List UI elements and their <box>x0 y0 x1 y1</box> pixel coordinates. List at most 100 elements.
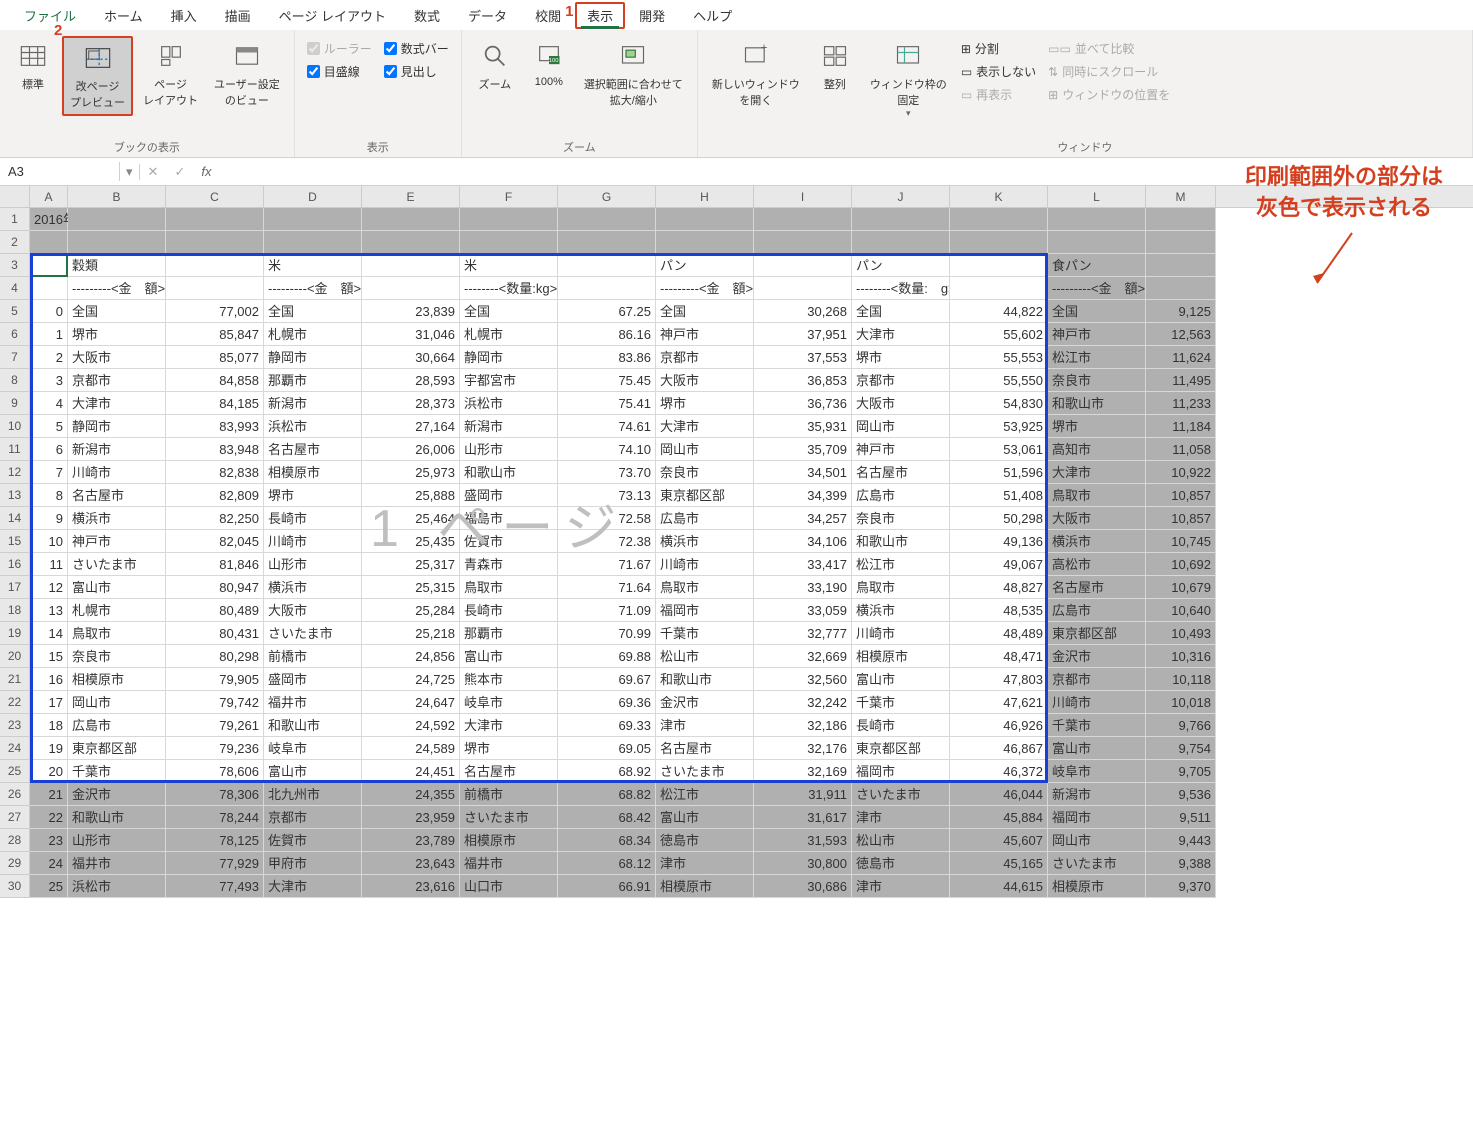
cell[interactable]: 25,435 <box>362 530 460 553</box>
cell[interactable]: 那覇市 <box>460 622 558 645</box>
cell[interactable] <box>460 231 558 254</box>
cell[interactable]: 84,858 <box>166 369 264 392</box>
cell[interactable]: さいたま市 <box>656 760 754 783</box>
cell[interactable]: 熊本市 <box>460 668 558 691</box>
cell[interactable]: 23,959 <box>362 806 460 829</box>
cell[interactable]: 35,931 <box>754 415 852 438</box>
cell[interactable]: 25 <box>30 875 68 898</box>
menu-developer[interactable]: 開発 <box>625 2 679 29</box>
cell[interactable]: 米 <box>264 254 362 277</box>
cell[interactable]: 長崎市 <box>264 507 362 530</box>
cell[interactable]: 55,602 <box>950 323 1048 346</box>
cell[interactable] <box>558 231 656 254</box>
cell[interactable]: 富山市 <box>656 806 754 829</box>
cell[interactable]: 32,176 <box>754 737 852 760</box>
cell[interactable]: 27,164 <box>362 415 460 438</box>
cell[interactable]: 福井市 <box>460 852 558 875</box>
cell[interactable]: 9 <box>30 507 68 530</box>
freeze-panes-button[interactable]: * ウィンドウ枠の 固定 ▾ <box>864 36 953 123</box>
cell[interactable]: 9,388 <box>1146 852 1216 875</box>
cell[interactable]: 86.16 <box>558 323 656 346</box>
cell[interactable] <box>1146 277 1216 300</box>
cell[interactable]: 82,838 <box>166 461 264 484</box>
cell[interactable] <box>852 208 950 231</box>
cell[interactable] <box>166 277 264 300</box>
cell[interactable]: 49,067 <box>950 553 1048 576</box>
hide-button[interactable]: ▭表示しない <box>961 63 1036 80</box>
cell[interactable]: 4 <box>30 392 68 415</box>
cell[interactable]: 津市 <box>852 806 950 829</box>
cell[interactable]: 10,118 <box>1146 668 1216 691</box>
cell[interactable]: 68.82 <box>558 783 656 806</box>
col-header-B[interactable]: B <box>68 186 166 207</box>
cell[interactable]: 25,464 <box>362 507 460 530</box>
cell[interactable]: 78,306 <box>166 783 264 806</box>
cell[interactable]: 53,925 <box>950 415 1048 438</box>
cell[interactable]: 新潟市 <box>68 438 166 461</box>
cell[interactable]: 和歌山市 <box>264 714 362 737</box>
cell[interactable]: 34,106 <box>754 530 852 553</box>
check-formula-bar[interactable]: 数式バー <box>384 40 449 57</box>
cell[interactable]: 24,725 <box>362 668 460 691</box>
cell[interactable]: 10,316 <box>1146 645 1216 668</box>
cell[interactable] <box>1048 208 1146 231</box>
cell[interactable]: 福島市 <box>460 507 558 530</box>
cell[interactable]: 20 <box>30 760 68 783</box>
cell[interactable]: 岐阜市 <box>1048 760 1146 783</box>
cell[interactable] <box>558 208 656 231</box>
cell[interactable]: 岡山市 <box>68 691 166 714</box>
cell[interactable]: 岡山市 <box>656 438 754 461</box>
cell[interactable]: 53,061 <box>950 438 1048 461</box>
cell[interactable]: 12 <box>30 576 68 599</box>
cell[interactable]: 堺市 <box>1048 415 1146 438</box>
cell[interactable]: 32,242 <box>754 691 852 714</box>
row-header[interactable]: 12 <box>0 461 30 484</box>
cell[interactable]: 32,169 <box>754 760 852 783</box>
cell[interactable]: 71.67 <box>558 553 656 576</box>
col-header-E[interactable]: E <box>362 186 460 207</box>
cell[interactable]: 9,754 <box>1146 737 1216 760</box>
cell[interactable]: 全国 <box>68 300 166 323</box>
cell[interactable] <box>754 277 852 300</box>
cell[interactable]: 富山市 <box>68 576 166 599</box>
cell[interactable]: 京都市 <box>656 346 754 369</box>
row-header[interactable]: 8 <box>0 369 30 392</box>
row-header[interactable]: 6 <box>0 323 30 346</box>
cell[interactable]: 10,745 <box>1146 530 1216 553</box>
col-header-M[interactable]: M <box>1146 186 1216 207</box>
cell[interactable]: 17 <box>30 691 68 714</box>
cell[interactable]: 46,867 <box>950 737 1048 760</box>
cell[interactable]: 堺市 <box>264 484 362 507</box>
cell[interactable]: 神戸市 <box>68 530 166 553</box>
cell[interactable]: 金沢市 <box>1048 645 1146 668</box>
cell[interactable] <box>362 231 460 254</box>
col-header-D[interactable]: D <box>264 186 362 207</box>
cell[interactable]: 千葉市 <box>656 622 754 645</box>
cell[interactable]: 47,621 <box>950 691 1048 714</box>
cell[interactable]: 28,373 <box>362 392 460 415</box>
cell[interactable]: 24 <box>30 852 68 875</box>
cell[interactable]: 千葉市 <box>1048 714 1146 737</box>
cell[interactable]: 30,268 <box>754 300 852 323</box>
cell[interactable]: 26,006 <box>362 438 460 461</box>
cell[interactable]: 0 <box>30 300 68 323</box>
cell[interactable] <box>656 231 754 254</box>
cell[interactable]: 80,489 <box>166 599 264 622</box>
cell[interactable] <box>1146 254 1216 277</box>
row-header[interactable]: 22 <box>0 691 30 714</box>
cell[interactable] <box>754 231 852 254</box>
cell[interactable]: 富山市 <box>460 645 558 668</box>
cell[interactable]: 10,857 <box>1146 507 1216 530</box>
cell[interactable]: 25,888 <box>362 484 460 507</box>
cell[interactable]: 7 <box>30 461 68 484</box>
cell[interactable]: 19 <box>30 737 68 760</box>
cell[interactable]: 相模原市 <box>460 829 558 852</box>
row-header[interactable]: 28 <box>0 829 30 852</box>
cell[interactable]: 16 <box>30 668 68 691</box>
cell[interactable]: 68.12 <box>558 852 656 875</box>
cell[interactable]: 福岡市 <box>852 760 950 783</box>
cell[interactable]: 44,615 <box>950 875 1048 898</box>
cell[interactable]: 33,190 <box>754 576 852 599</box>
cell[interactable]: 堺市 <box>852 346 950 369</box>
cell[interactable]: 31,046 <box>362 323 460 346</box>
